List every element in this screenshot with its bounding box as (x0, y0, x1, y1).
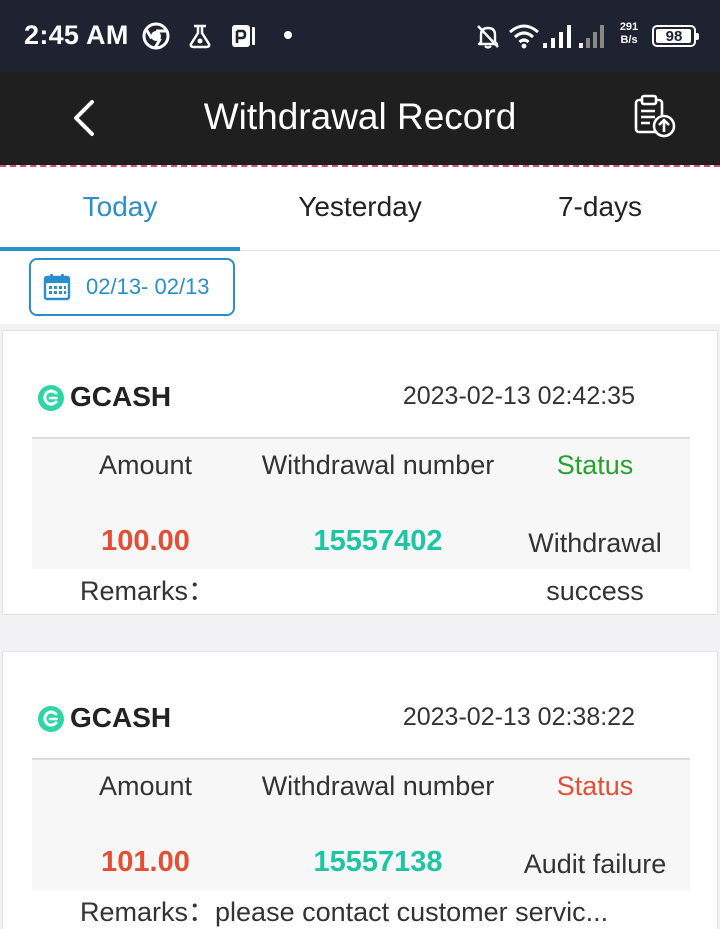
card-header: GCASH 2023-02-13 02:42:35 (3, 375, 717, 419)
date-range-button[interactable]: 02/13- 02/13 (29, 258, 235, 316)
battery-indicator: 98 (652, 25, 699, 47)
amount-value: 100.00 (101, 525, 190, 557)
status-label: Status (556, 450, 634, 480)
app-header: Withdrawal Record (0, 72, 720, 165)
remarks-text: Remarks： (80, 576, 216, 606)
status-bar: 2:45 AM 291 B/s 98 (0, 0, 720, 72)
page-title: Withdrawal Record (203, 96, 517, 137)
payment-method: GCASH (70, 381, 172, 412)
payment-method: GCASH (70, 702, 172, 733)
wifi-icon (509, 24, 539, 49)
record-datetime: 2023-02-13 02:38:22 (402, 703, 635, 731)
amount-label: Amount (98, 771, 193, 801)
net-speed: 291 B/s (619, 21, 639, 46)
record-datetime: 2023-02-13 02:42:35 (402, 382, 635, 410)
withdrawal-number-label: Withdrawal number (261, 771, 495, 801)
export-button[interactable] (630, 92, 682, 144)
card-header: GCASH 2023-02-13 02:38:22 (3, 696, 717, 740)
tab-yesterday[interactable]: Yesterday (240, 167, 480, 250)
withdrawal-record-card: GCASH 2023-02-13 02:42:35 Amount Withdra… (2, 330, 718, 615)
signal-icon (579, 25, 604, 48)
tab-7-days[interactable]: 7-days (480, 167, 720, 250)
notification-dot (284, 31, 292, 39)
signal-icon (543, 25, 571, 48)
status-value: Audit failure (523, 849, 667, 879)
gcash-logo-icon (38, 706, 64, 732)
calendar-icon (43, 274, 71, 301)
withdrawal-number-value: 15557138 (313, 846, 443, 878)
card-body: Amount Withdrawal number Status 100.00 1… (32, 439, 690, 606)
chrome-icon (142, 22, 170, 50)
parking-icon (232, 25, 255, 47)
mute-bell-icon (477, 25, 499, 49)
amount-label: Amount (98, 450, 193, 480)
withdrawal-number-value: 15557402 (313, 525, 443, 557)
filter-bar: 02/13- 02/13 (0, 251, 720, 324)
clipboard-upload-icon (634, 94, 676, 138)
date-range-text: 02/13- 02/13 (86, 274, 210, 299)
tab-today[interactable]: Today (0, 167, 240, 251)
withdrawal-record-card: GCASH 2023-02-13 02:38:22 Amount Withdra… (2, 651, 718, 929)
card-body: Amount Withdrawal number Status 101.00 1… (32, 760, 690, 890)
battery-level: 98 (665, 28, 683, 45)
status-time: 2:45 AM (24, 20, 129, 50)
date-tabs: Today Yesterday 7-days (0, 167, 720, 251)
remarks-text: Remarks：please contact customer servic..… (80, 897, 609, 927)
app-icon (189, 24, 211, 49)
amount-value: 101.00 (101, 846, 190, 878)
withdrawal-number-label: Withdrawal number (261, 450, 495, 480)
status-label: Status (556, 771, 634, 801)
gcash-logo-icon (38, 385, 64, 411)
status-value: Withdrawal success (528, 528, 662, 606)
